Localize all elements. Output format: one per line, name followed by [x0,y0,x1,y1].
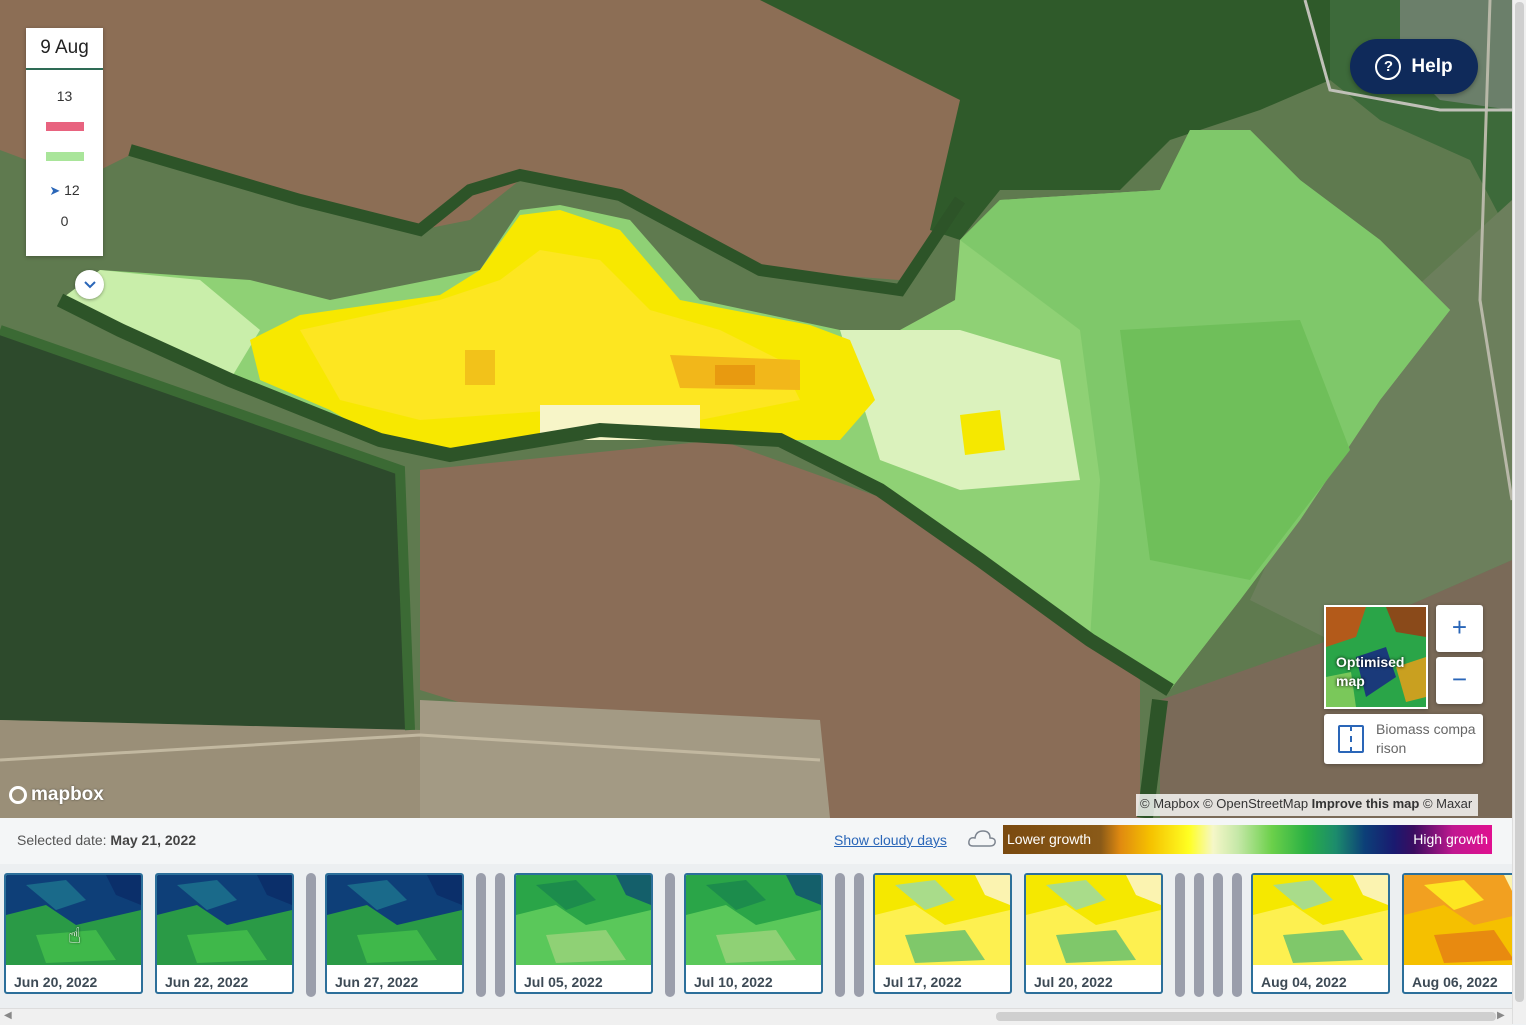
map-attribution: © Mapbox © OpenStreetMap Improve this ma… [1136,794,1479,816]
timeline-image-card[interactable]: Jun 20, 2022 ☝ [4,873,143,994]
satellite-map[interactable]: 9 Aug 13 ➤ 12 0 ? Help Optimised map + −… [0,0,1512,818]
legend-expand-button[interactable] [75,270,104,299]
optimised-map-label: Optimised map [1336,654,1405,689]
legend-swatch-high [46,122,84,131]
timeline-image-card[interactable]: Aug 06, 2022 [1402,873,1512,994]
optimised-map-button[interactable]: Optimised map [1324,605,1428,709]
image-timeline[interactable]: Jun 20, 2022 ☝ Jun 22, 2022 Jun 27, 2022 Jul… [0,864,1512,1008]
timeline-image-card[interactable]: Jun 27, 2022 [325,873,464,994]
satellite-imagery [0,0,1512,818]
mapbox-icon [9,786,27,804]
biomass-comparison-button[interactable]: Biomass comparison [1324,714,1483,764]
zoom-in-button[interactable]: + [1436,605,1483,652]
horizontal-scrollbar[interactable]: ◀ ▶ [0,1008,1512,1025]
field-thumbnail-image [157,875,292,965]
timeline-image-date: Jul 17, 2022 [883,974,962,990]
legend-swatch-low [46,152,84,161]
timeline-image-date: Jul 20, 2022 [1034,974,1113,990]
mapbox-logo[interactable]: mapbox [9,784,104,806]
help-icon: ? [1375,53,1402,80]
timeline-image-date: Jul 05, 2022 [524,974,603,990]
timeline-image-card[interactable]: Jul 17, 2022 [873,873,1012,994]
attribution-osm[interactable]: © OpenStreetMap [1203,796,1308,811]
ramp-high-label: High growth [1413,831,1488,847]
timeline-image-date: Jun 27, 2022 [335,974,419,990]
cloudy-day-marker[interactable] [854,873,864,997]
cloudy-day-marker[interactable] [495,873,505,997]
cloudy-day-marker[interactable] [1175,873,1185,997]
field-thumbnail-image [1404,875,1512,965]
legend-date: 9 Aug [26,28,103,70]
field-thumbnail-image [6,875,141,965]
cloud-icon [968,830,996,847]
attribution-improve-map[interactable]: Improve this map [1312,796,1420,811]
split-view-icon [1338,725,1364,753]
mapbox-logo-text: mapbox [31,784,104,805]
timeline-image-date: Aug 04, 2022 [1261,974,1347,990]
cloudy-day-marker[interactable] [1232,873,1242,997]
attribution-maxar[interactable]: © Maxar [1423,796,1472,811]
field-thumbnail-image [516,875,651,965]
field-thumbnail-image [686,875,821,965]
timeline-image-date: Jun 20, 2022 [14,974,98,990]
cloudy-day-marker[interactable] [1213,873,1223,997]
cloudy-day-marker[interactable] [835,873,845,997]
timeline-image-card[interactable]: Aug 04, 2022 [1251,873,1390,994]
chevron-down-icon [83,280,96,288]
timeline-image-card[interactable]: Jul 05, 2022 [514,873,653,994]
scroll-right-arrow-icon[interactable]: ▶ [1497,1010,1505,1021]
biomass-comparison-label: Biomass comparison [1376,721,1476,756]
timeline-image-date: Jun 22, 2022 [165,974,249,990]
timeline-image-card[interactable]: Jun 22, 2022 [155,873,294,994]
growth-color-ramp: Lower growth High growth [1003,825,1492,854]
legend-min-value: 0 [60,213,69,229]
horizontal-scrollbar-thumb[interactable] [996,1012,1496,1021]
timeline-image-card[interactable]: Jul 20, 2022 [1024,873,1163,994]
legend-pointer-row: ➤ 12 [26,182,103,199]
field-thumbnail-image [875,875,1010,965]
cloudy-day-marker[interactable] [306,873,316,997]
ramp-low-label: Lower growth [1007,831,1092,847]
field-thumbnail-image [1253,875,1388,965]
selected-date: Selected date: May 21, 2022 [17,832,196,848]
date-info-bar: Selected date: May 21, 2022 Show cloudy … [0,818,1512,864]
timeline-image-date: Jul 10, 2022 [694,974,773,990]
value-legend: 9 Aug 13 ➤ 12 0 [26,28,104,299]
timeline-image-card[interactable]: Jul 10, 2022 [684,873,823,994]
vertical-scrollbar[interactable] [1512,0,1526,1024]
scroll-left-arrow-icon[interactable]: ◀ [4,1010,12,1021]
zoom-out-button[interactable]: − [1436,657,1483,704]
field-thumbnail-image [1026,875,1161,965]
help-button[interactable]: ? Help [1350,39,1478,94]
attribution-mapbox[interactable]: © Mapbox [1140,796,1199,811]
show-cloudy-days-link[interactable]: Show cloudy days [834,832,947,848]
help-label: Help [1411,55,1453,77]
selected-date-value: May 21, 2022 [110,832,197,848]
navigation-arrow-icon: ➤ [49,183,61,198]
cloudy-day-marker[interactable] [476,873,486,997]
cloudy-day-marker[interactable] [665,873,675,997]
field-thumbnail-image [327,875,462,965]
legend-max-value: 13 [56,88,73,104]
legend-pointer-value: 12 [64,182,80,198]
selected-date-label: Selected date: [17,832,107,848]
vertical-scrollbar-thumb[interactable] [1515,2,1524,1002]
cloudy-day-marker[interactable] [1194,873,1204,997]
timeline-image-date: Aug 06, 2022 [1412,974,1498,990]
pointer-cursor-icon: ☝ [68,923,82,948]
